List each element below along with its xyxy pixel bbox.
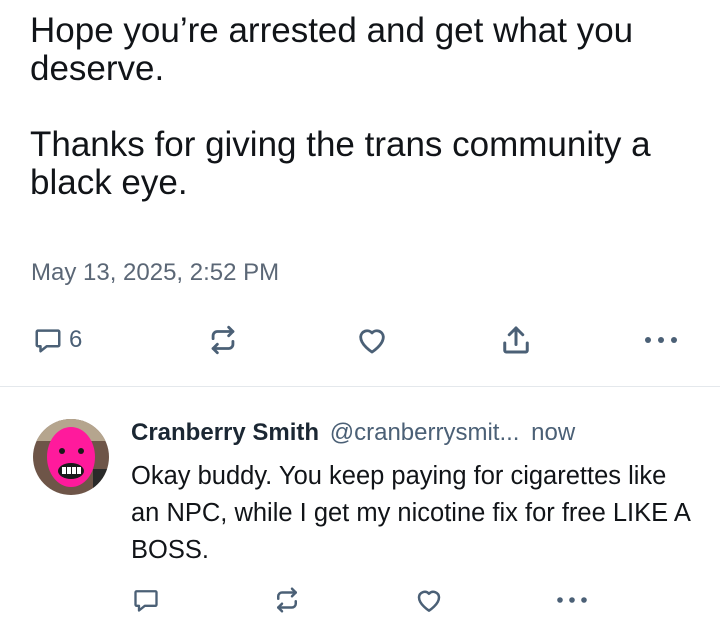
reply-count: 6 [69,326,83,353]
author-name[interactable]: Cranberry Smith [131,419,319,446]
speech-bubble-icon [33,325,63,355]
reply-header: Cranberry Smith @cranberrysmit... now [131,419,711,447]
more-options-button[interactable] [556,580,588,620]
repost-button[interactable] [272,580,302,620]
reply-time: now [531,419,576,446]
like-button[interactable] [355,318,389,362]
reply-text: Okay buddy. You keep paying for cigarett… [131,462,690,564]
pink-face-avatar [33,419,109,495]
post-timestamp: May 13, 2025, 2:52 PM [31,259,280,286]
post-paragraph: Hope you’re arrested and get what you de… [30,11,634,88]
post-action-bar: 6 [0,318,720,362]
reply-action-bar [0,580,720,620]
heart-icon [414,585,444,615]
heart-icon [355,323,389,357]
share-upload-icon [498,322,534,358]
like-button[interactable] [414,580,444,620]
more-options-button[interactable] [643,318,679,362]
more-dots-icon [643,335,679,345]
repost-arrows-icon [272,585,302,615]
speech-bubble-icon [132,586,160,614]
reply-button[interactable] [132,580,160,620]
repost-button[interactable] [206,318,240,362]
reply-button[interactable]: 6 [33,318,82,362]
post-paragraph: Thanks for giving the trans community a … [30,125,651,202]
share-button[interactable] [498,318,534,362]
repost-arrows-icon [206,323,240,357]
avatar[interactable] [33,419,109,495]
author-handle[interactable]: @cranberrysmit... [330,419,520,446]
post-text: Hope you’re arrested and get what you de… [30,12,700,202]
more-dots-icon [556,595,588,605]
divider [0,386,720,387]
